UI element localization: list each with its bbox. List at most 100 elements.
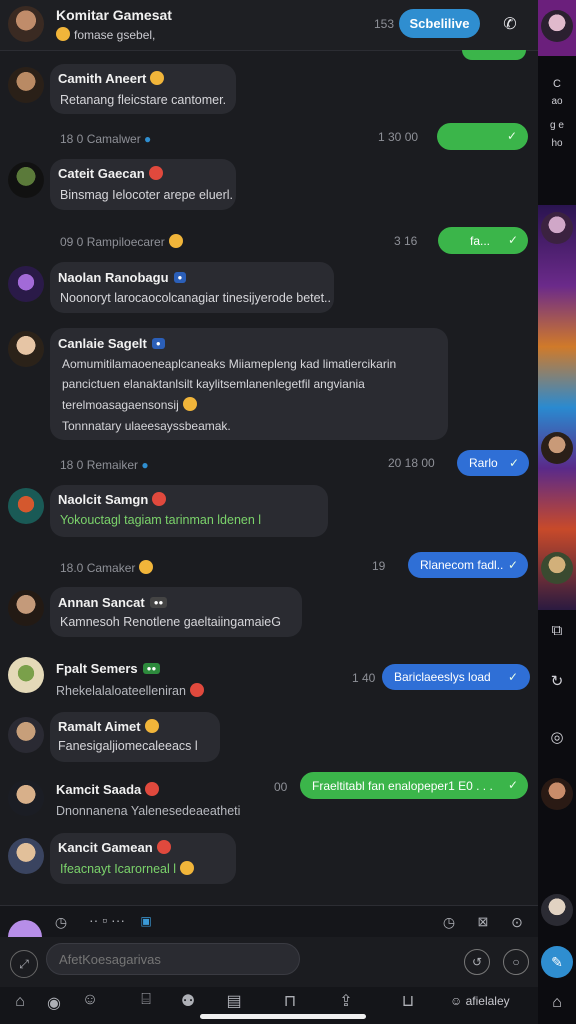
message-text: Aomumitilamaoeneaplcaneaks Miiamepleng k…: [62, 357, 397, 371]
emoji-picker-icon[interactable]: ↺: [464, 949, 490, 975]
emoji-icon: [152, 492, 167, 506]
chat-title: Komitar Gamesat: [56, 7, 172, 23]
verified-badge: ●: [151, 338, 165, 349]
message-input[interactable]: [46, 943, 300, 975]
rail-avatar[interactable]: [541, 894, 573, 926]
rail-game-art: [538, 205, 576, 610]
avatar[interactable]: [8, 488, 44, 524]
more-icon[interactable]: ·· ▫ ···: [78, 912, 136, 928]
bookmark-icon[interactable]: ⊓: [280, 991, 300, 1011]
outgoing-bubble[interactable]: Rlanecom fadl.. ✓: [408, 552, 528, 578]
rail-avatar[interactable]: [541, 552, 573, 584]
bottom-nav-profile[interactable]: ☺ afielaley: [450, 994, 510, 1008]
phone-icon[interactable]: ✆: [500, 14, 520, 34]
close-icon[interactable]: ⊠: [474, 914, 492, 930]
rail-settings-icon[interactable]: ◎: [546, 728, 568, 746]
rail-label: ho: [551, 138, 563, 149]
outgoing-bubble[interactable]: fa... ✓: [438, 227, 528, 254]
rail-copy-icon[interactable]: ⧉: [546, 622, 568, 639]
message-meta: 18 0 Camalwer ●: [60, 132, 152, 146]
sender-name: Kancit Gamean: [58, 840, 171, 855]
bottom-nav-label: afielaley: [465, 994, 510, 1008]
outgoing-meta: 1 30 00: [378, 130, 419, 144]
location-icon[interactable]: ⊙: [508, 914, 526, 931]
outgoing-bubble[interactable]: Rarlo ✓: [457, 450, 529, 476]
avatar[interactable]: [8, 162, 44, 198]
message-text: terelmoasagaensonsij: [62, 397, 197, 412]
message-text: Binsmag Ielocoter arepe eluerl.: [60, 188, 234, 202]
rail-avatar[interactable]: [541, 432, 573, 464]
message-text: Dnonnanena Yalenesedeaeatheti: [56, 804, 241, 818]
compose-button[interactable]: ✎: [541, 946, 573, 978]
chat-subtitle: fomase gsebel,: [56, 27, 155, 42]
sender-name: Naolcit Samgn: [58, 492, 167, 507]
sender-name: Cateit Gaecan: [58, 166, 163, 181]
avatar[interactable]: [8, 717, 44, 753]
message-meta: 09 0 Rampiloecarer: [60, 234, 183, 249]
home-indicator: [200, 1014, 366, 1019]
avatar[interactable]: [8, 838, 44, 874]
message-text: Ifeacnayt Icarorneal l: [60, 861, 195, 876]
emoji-icon: [182, 397, 197, 411]
emoji-icon: [144, 719, 159, 733]
smile-icon[interactable]: ☺: [80, 991, 100, 1009]
gift-icon[interactable]: ⌸: [136, 991, 156, 1009]
header-action-button[interactable]: Scbelilive: [399, 9, 480, 38]
avatar[interactable]: [8, 331, 44, 367]
message-text: Tonnnatary ulaeesayssbeamak.: [62, 419, 231, 433]
tool-strip: ◷ ·· ▫ ··· ▣ ◷ ⊠ ⊙: [0, 905, 538, 954]
emoji-icon: [145, 782, 160, 796]
verified-badge: ●●: [149, 597, 168, 608]
rail-label: g e: [550, 120, 564, 131]
rail-avatar[interactable]: [541, 10, 573, 42]
avatar[interactable]: [8, 266, 44, 302]
emoji-icon: [139, 560, 154, 574]
verified-badge: ●: [173, 272, 187, 283]
game-icon[interactable]: ⚉: [178, 991, 198, 1011]
emoji-icon: [148, 166, 163, 180]
book-icon[interactable]: ⊔: [398, 991, 418, 1011]
outgoing-meta: 3 16: [394, 234, 418, 248]
camera-icon[interactable]: ○: [503, 949, 529, 975]
rail-refresh-icon[interactable]: ↻: [546, 672, 568, 690]
outgoing-meta: 19: [372, 559, 386, 573]
emoji-icon: [180, 861, 195, 875]
message-text: Rhekelalaloateelleniran: [56, 683, 204, 698]
attach-icon[interactable]: ⤢: [10, 950, 38, 978]
outgoing-bubble-partial: [462, 50, 526, 60]
emoji-icon: [56, 27, 70, 41]
home-icon[interactable]: ⌂: [10, 993, 30, 1011]
emoji-icon: [168, 234, 183, 248]
outgoing-bubble[interactable]: Fraeltitabl fan enalopeper1 E0 . . . ✓: [300, 772, 528, 799]
avatar[interactable]: [8, 67, 44, 103]
message-text: Fanesigaljiomecaleeacs l: [58, 739, 198, 753]
outgoing-meta: 1 40: [352, 671, 376, 685]
clock-icon[interactable]: ◷: [52, 914, 70, 931]
upload-icon[interactable]: ⇪: [336, 991, 356, 1011]
avatar[interactable]: [8, 590, 44, 626]
message-text: Noonoryt larocaocolcanagiar tinesijyerod…: [60, 291, 331, 305]
sticker-icon[interactable]: ▣: [138, 914, 154, 928]
profile-icon: ☺: [450, 994, 463, 1008]
rail-avatar[interactable]: [541, 778, 573, 810]
avatar[interactable]: [8, 780, 44, 816]
calendar-icon[interactable]: ▤: [224, 991, 244, 1011]
sender-name: Kamcit Saada: [56, 782, 160, 797]
rail-home-icon[interactable]: ⌂: [546, 994, 568, 1012]
header-avatar[interactable]: [8, 6, 44, 42]
outgoing-bubble[interactable]: ✓: [437, 123, 528, 150]
avatar[interactable]: [8, 657, 44, 693]
sender-name: Naolan Ranobagu ●: [58, 270, 187, 285]
emoji-icon: [189, 683, 204, 697]
message-text: pancictuen elanaktanlsilt kaylitsemlanen…: [62, 377, 365, 391]
discover-icon[interactable]: ◉: [44, 993, 64, 1013]
verified-badge: ●●: [142, 663, 161, 674]
message-text: Retanang fleicstare cantomer.: [60, 93, 227, 107]
rail-avatar[interactable]: [541, 212, 573, 244]
outgoing-meta: 00: [274, 780, 288, 794]
emoji-icon: [150, 71, 165, 85]
timer-icon[interactable]: ◷: [440, 914, 458, 931]
outgoing-bubble[interactable]: Bariclaeeslys load ✓: [382, 664, 530, 690]
emoji-icon: [156, 840, 171, 854]
sender-name: Camith Aneert: [58, 71, 165, 86]
